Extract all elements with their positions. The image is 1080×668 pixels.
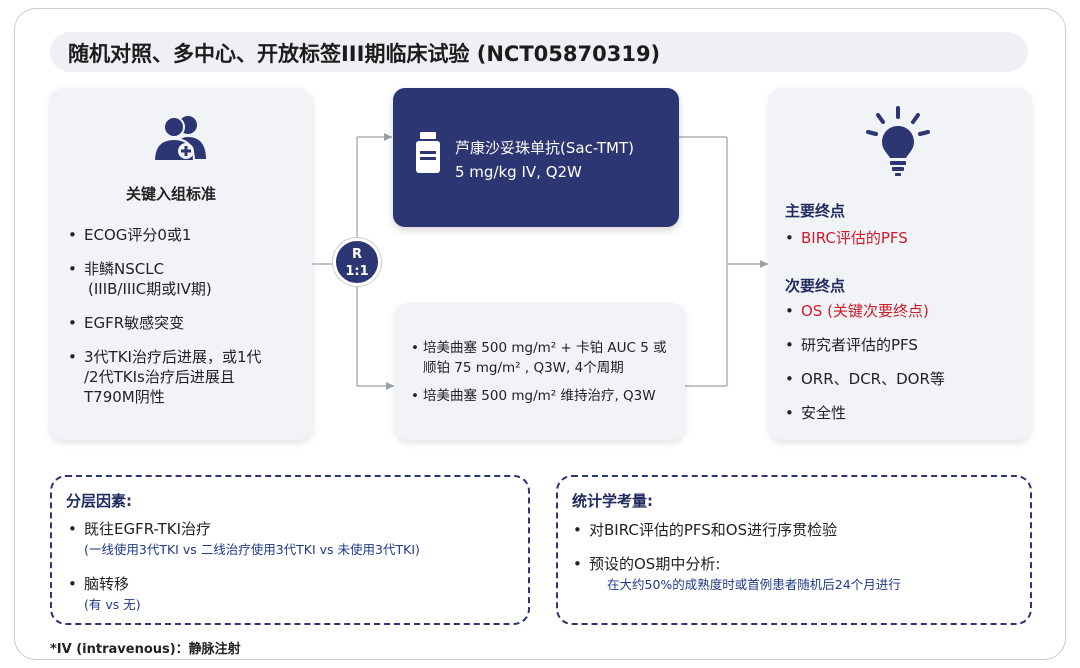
secondary-endpoint-heading: 次要终点	[785, 277, 846, 295]
sac-tmt-arm-text: 芦康沙妥珠单抗(Sac-TMT) 5 mg/kg IV, Q2W	[455, 139, 634, 181]
list-item: 预设的OS期中分析: 在大约50%的成熟度时或首例患者随机后24个月进行	[573, 554, 901, 595]
arrow-head	[386, 382, 394, 390]
list-item: 安全性	[785, 403, 945, 423]
lightbulb-icon	[866, 106, 930, 182]
primary-endpoint-list: BIRC评估的PFS	[785, 228, 908, 248]
list-item: ORR、DCR、DOR等	[785, 369, 945, 389]
stratification-heading: 分层因素:	[66, 492, 132, 510]
list-item: 对BIRC评估的PFS和OS进行序贯检验	[573, 520, 901, 540]
arrow-head	[384, 133, 392, 141]
statistics-list: 对BIRC评估的PFS和OS进行序贯检验 预设的OS期中分析: 在大约50%的成…	[573, 520, 901, 595]
list-item: 研究者评估的PFS	[785, 335, 945, 355]
list-item: BIRC评估的PFS	[785, 228, 908, 248]
chemo-item-maintenance: • 培美曲塞 500 mg/m² 维持治疗, Q3W	[411, 388, 656, 404]
chemo-item-induction: • 培美曲塞 500 mg/m² + 卡铂 AUC 5 或 顺铂 75 mg/m…	[411, 340, 667, 376]
randomization-badge: R 1:1	[333, 238, 381, 286]
stratification-list: 既往EGFR-TKI治疗 (一线使用3代TKI vs 二线治疗使用3代TKI v…	[68, 519, 420, 615]
arrow-head	[760, 260, 768, 268]
statistics-heading: 统计学考量:	[572, 492, 653, 510]
footnote: *IV (intravenous)：静脉注射	[50, 642, 241, 657]
list-item: 脑转移 (有 vs 无)	[68, 574, 420, 615]
list-item: OS (关键次要终点)	[785, 301, 945, 321]
medicine-bottle-icon	[414, 132, 442, 178]
list-item: 既往EGFR-TKI治疗 (一线使用3代TKI vs 二线治疗使用3代TKI v…	[68, 519, 420, 560]
primary-endpoint-heading: 主要终点	[785, 202, 846, 220]
secondary-endpoint-list: OS (关键次要终点) 研究者评估的PFS ORR、DCR、DOR等 安全性	[785, 301, 945, 423]
